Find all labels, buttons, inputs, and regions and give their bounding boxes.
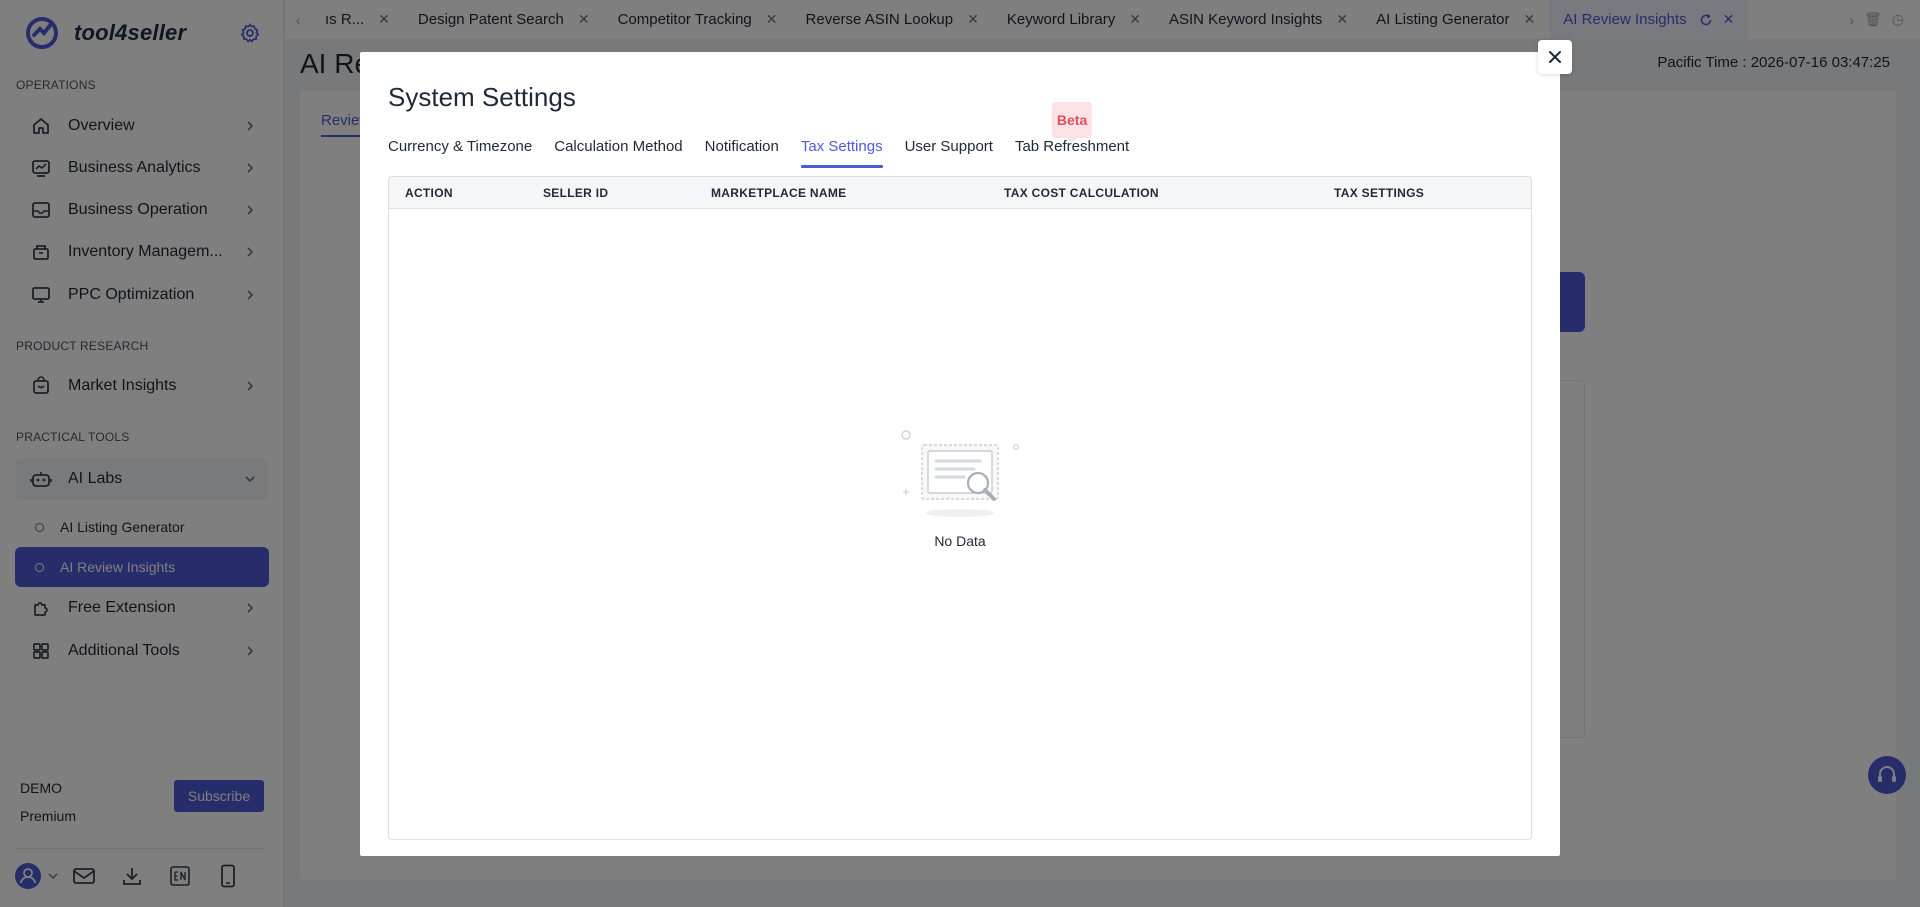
column-header-tax-settings: TAX SETTINGS: [1334, 185, 1425, 200]
column-header-marketplace-name: MARKETPLACE NAME: [711, 185, 847, 200]
no-data-illustration-icon: [901, 430, 1019, 517]
tab-currency-timezone[interactable]: Currency & Timezone: [388, 132, 532, 162]
beta-badge: Beta: [1051, 102, 1093, 143]
close-icon: [1549, 51, 1561, 63]
tab-calculation-method[interactable]: Calculation Method: [554, 132, 682, 162]
tab-user-support[interactable]: User Support: [905, 132, 993, 162]
tab-tab-refreshment[interactable]: Beta Tab Refreshment: [1015, 102, 1129, 162]
modal-title: System Settings: [388, 82, 576, 112]
tab-tax-settings[interactable]: Tax Settings: [800, 132, 883, 168]
tax-settings-table: ACTION SELLER ID MARKETPLACE NAME TAX CO…: [388, 176, 1532, 840]
column-header-seller-id: SELLER ID: [543, 185, 609, 200]
tab-notification[interactable]: Notification: [705, 132, 779, 162]
table-header: ACTION SELLER ID MARKETPLACE NAME TAX CO…: [389, 177, 1531, 209]
system-settings-modal: System Settings Currency & Timezone Calc…: [360, 52, 1560, 856]
modal-close-button[interactable]: [1538, 40, 1572, 74]
column-header-tax-cost-calculation: TAX COST CALCULATION: [1004, 185, 1159, 200]
empty-state-text: No Data: [934, 533, 986, 549]
column-header-action: ACTION: [405, 185, 453, 200]
empty-state: No Data: [389, 427, 1531, 549]
modal-tabs: Currency & Timezone Calculation Method N…: [388, 102, 1151, 168]
